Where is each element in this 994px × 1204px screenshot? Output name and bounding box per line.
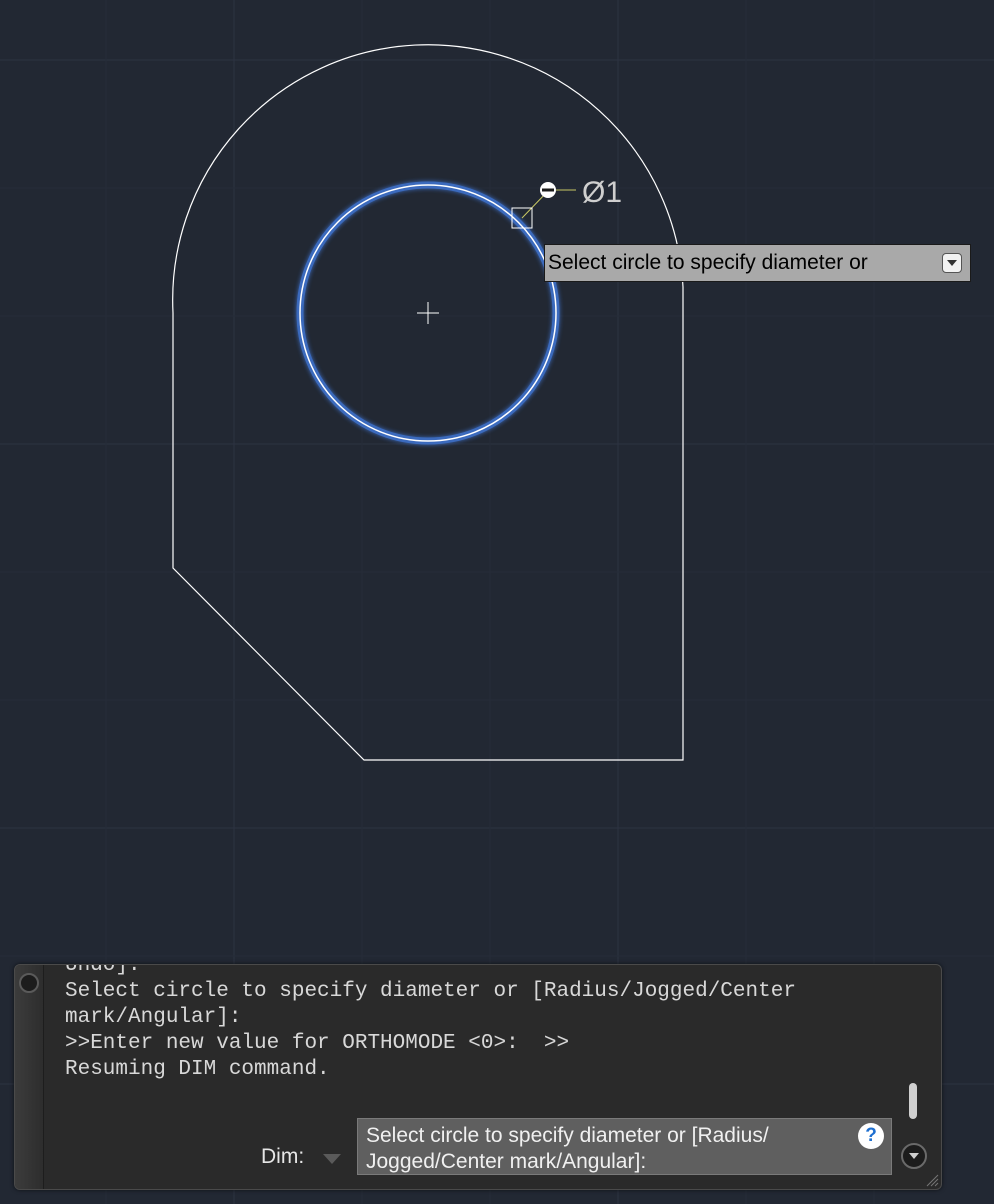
recent-commands-dropdown-icon[interactable] <box>323 1154 341 1164</box>
close-icon[interactable] <box>19 973 39 993</box>
command-input-text: Select circle to specify diameter or [Ra… <box>366 1124 769 1173</box>
dimension-text: Ø1 <box>582 176 622 209</box>
command-line-panel: Undo]: Select circle to specify diameter… <box>14 964 942 1190</box>
panel-drag-handle[interactable] <box>15 965 44 1189</box>
history-line: >>Enter new value for ORTHOMODE <0>: >> <box>65 1032 570 1055</box>
help-icon[interactable]: ? <box>858 1123 884 1149</box>
history-line: Select circle to specify diameter or [Ra… <box>65 980 796 1003</box>
dimension-grip-icon[interactable] <box>540 182 556 198</box>
resize-grip-icon[interactable] <box>925 1173 939 1187</box>
command-prompt-label: Dim: <box>261 1145 305 1168</box>
history-scrollbar[interactable] <box>909 1083 917 1119</box>
dynamic-input-tooltip: Select circle to specify diameter or <box>544 244 971 282</box>
tooltip-prompt-text: Select circle to specify diameter or <box>548 251 868 274</box>
chevron-down-icon[interactable] <box>942 253 962 273</box>
history-line: Resuming DIM command. <box>65 1058 330 1081</box>
command-input[interactable]: Select circle to specify diameter or [Ra… <box>357 1118 892 1175</box>
history-line: Undo]: <box>65 965 141 977</box>
expand-history-icon[interactable] <box>901 1143 927 1169</box>
part-outline[interactable] <box>172 44 684 761</box>
center-crosshair <box>417 302 439 324</box>
command-history: Undo]: Select circle to specify diameter… <box>65 965 905 1105</box>
history-line: mark/Angular]: <box>65 1006 242 1029</box>
